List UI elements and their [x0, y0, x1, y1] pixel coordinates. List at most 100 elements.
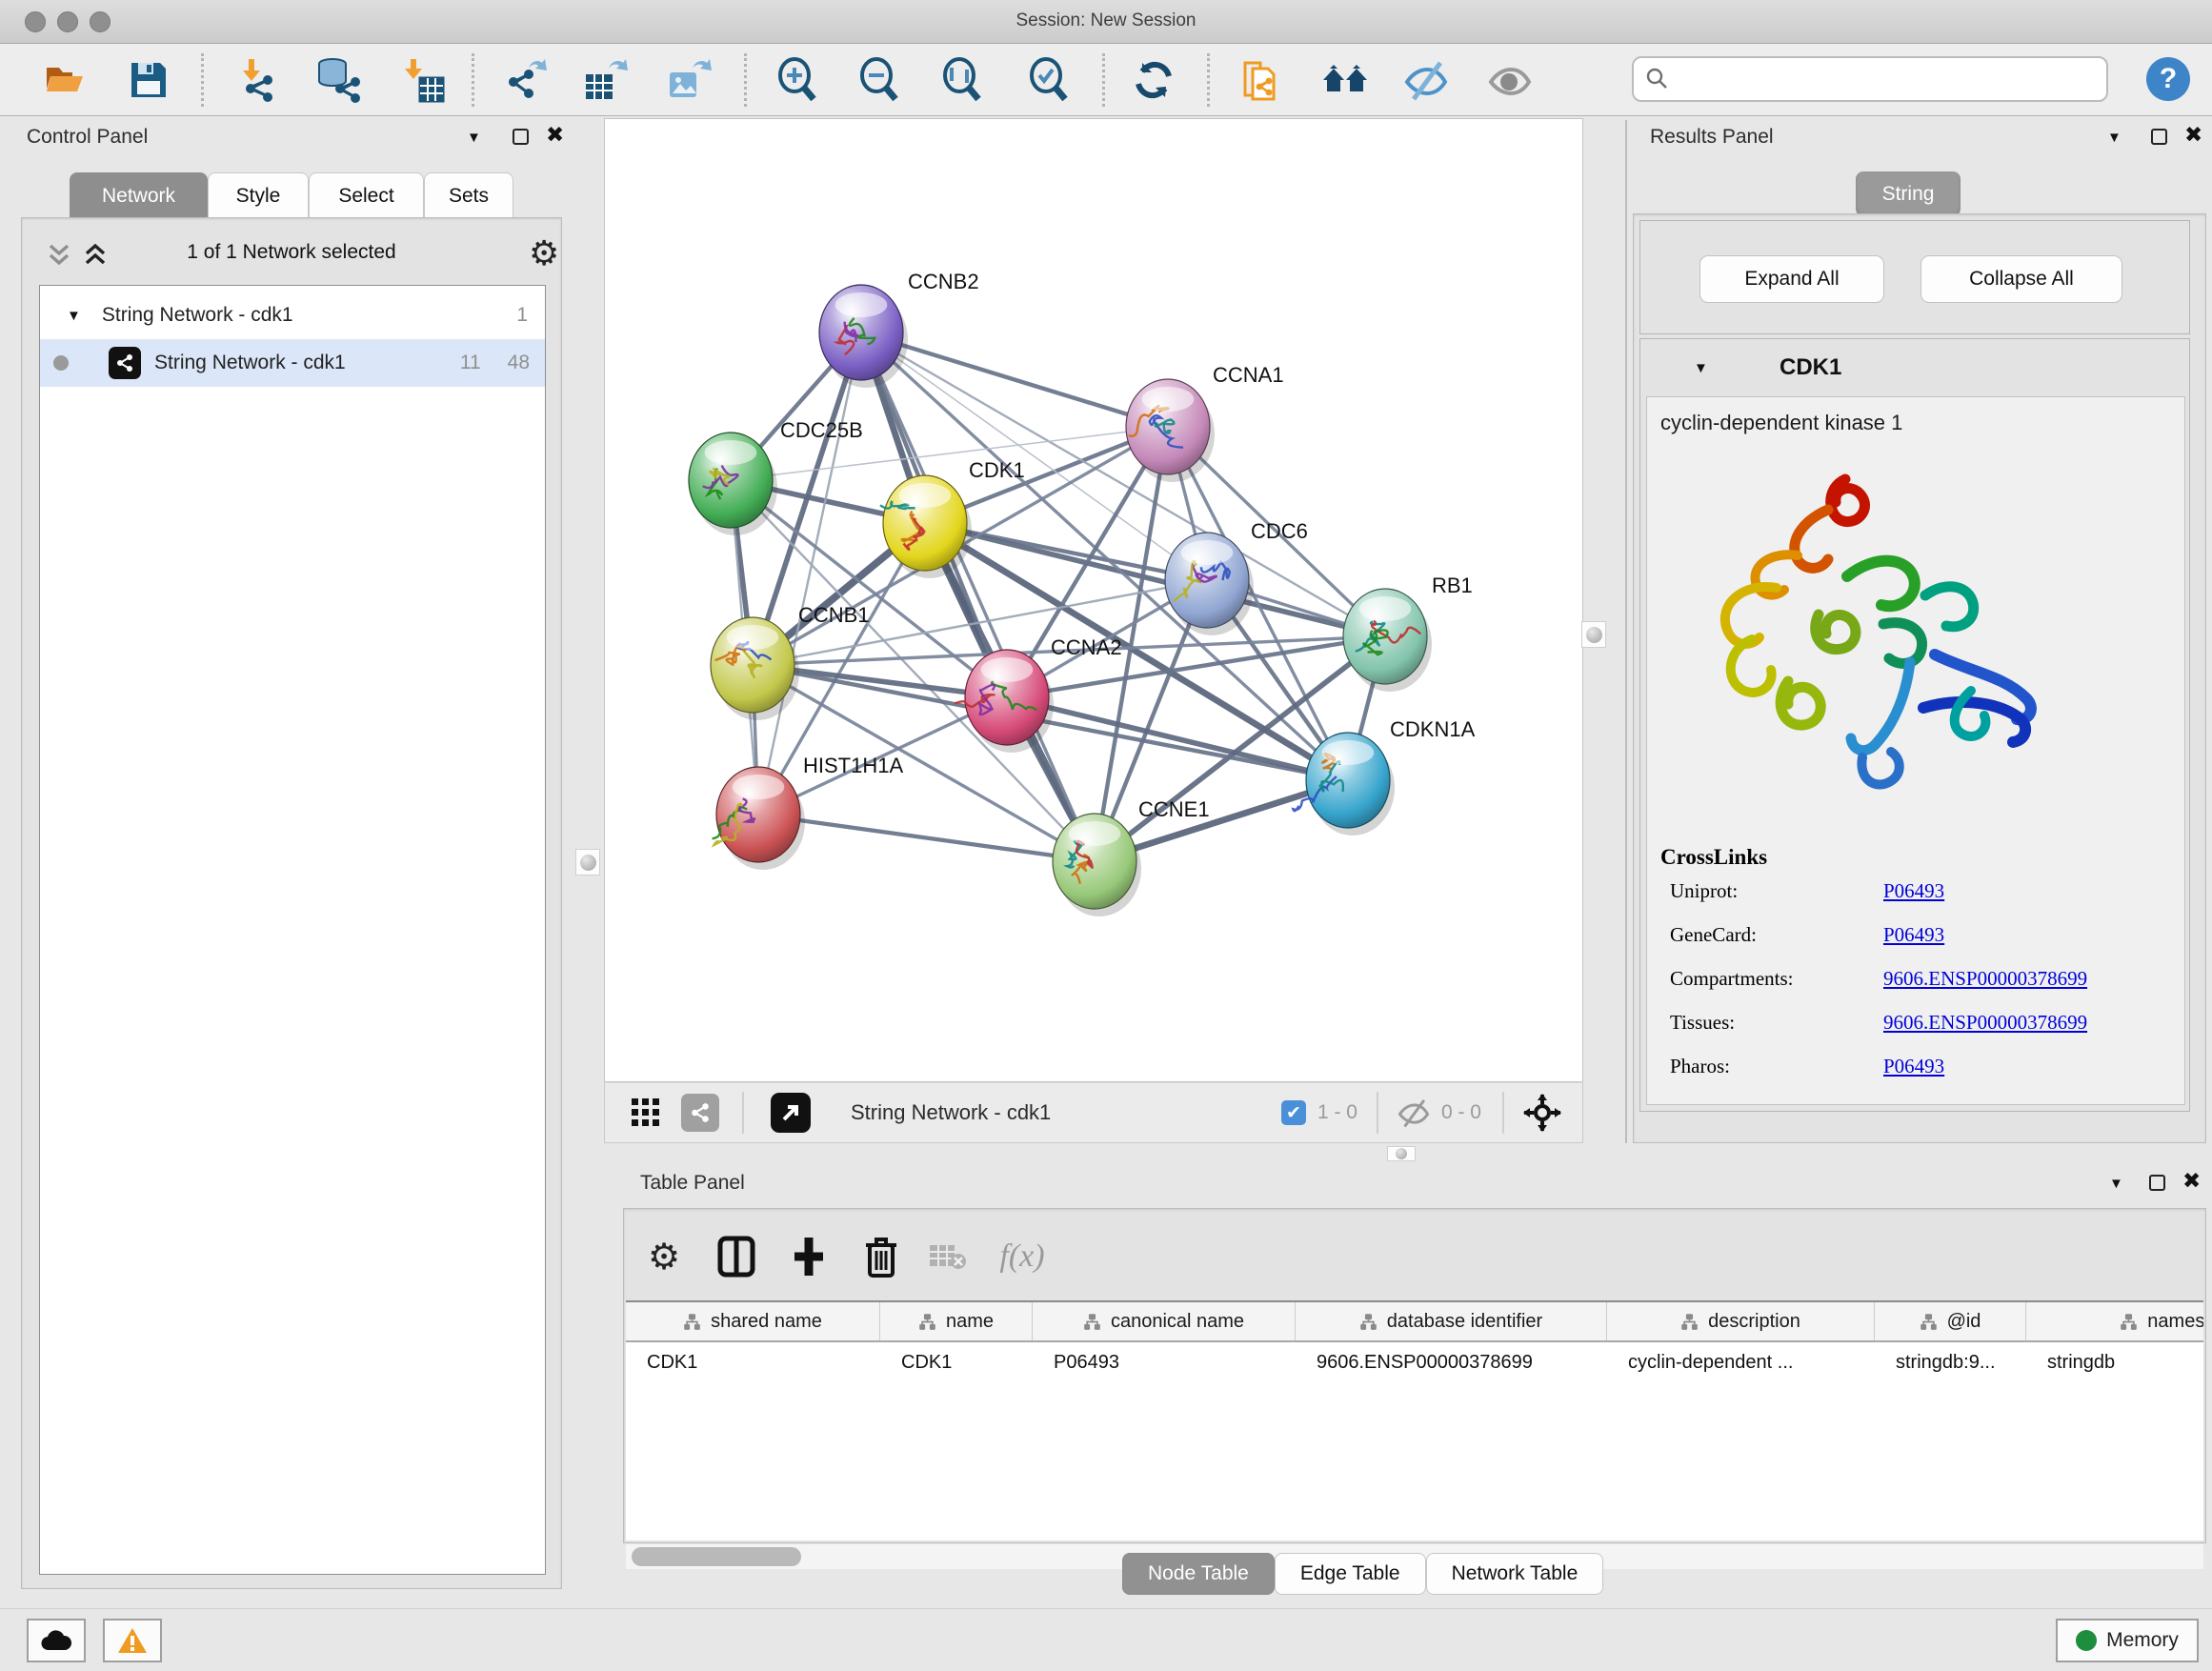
hide-results-eye-icon[interactable] — [1401, 55, 1451, 105]
table-cell[interactable]: CDK1 — [626, 1342, 880, 1382]
column-header-canonical-name[interactable]: canonical name — [1033, 1302, 1296, 1340]
detach-view-icon[interactable] — [771, 1093, 811, 1133]
node-label-CCNA2: CCNA2 — [1051, 635, 1122, 659]
control-panel-close-icon[interactable]: ✖ — [546, 122, 564, 148]
column-header-description[interactable]: description — [1607, 1302, 1875, 1340]
network-collection-row[interactable]: ▼ String Network - cdk1 1 — [40, 292, 545, 339]
grid-view-icon[interactable] — [632, 1098, 660, 1127]
network-canvas[interactable]: CCNB2CCNA1CDC25BCDK1CDC6RB1CCNB1CCNA2CDK… — [604, 118, 1583, 1082]
network-type-icon — [109, 347, 141, 379]
left-splitter-handle[interactable] — [575, 849, 600, 876]
control-panel-menu-icon[interactable]: ▼ — [467, 130, 481, 146]
tab-node-table[interactable]: Node Table — [1122, 1553, 1275, 1595]
toolbar-search[interactable] — [1632, 56, 2108, 102]
window-title: Session: New Session — [0, 10, 2212, 31]
collection-collapse-icon[interactable]: ▼ — [67, 308, 81, 324]
expand-all-button[interactable]: Expand All — [1699, 255, 1884, 303]
node-label-HIST1H1A: HIST1H1A — [803, 754, 903, 777]
table-hscrollbar-thumb[interactable] — [632, 1547, 801, 1566]
show-results-eye-icon[interactable] — [1485, 55, 1535, 105]
open-session-icon[interactable] — [40, 55, 90, 105]
crosslink-link[interactable]: P06493 — [1883, 879, 1944, 903]
node-table[interactable]: shared namenamecanonical namedatabase id… — [626, 1300, 2203, 1540]
function-builder-icon[interactable]: f(x) — [997, 1232, 1047, 1281]
refresh-icon[interactable] — [1129, 55, 1178, 105]
save-session-icon[interactable] — [124, 55, 173, 105]
results-panel-float-icon[interactable] — [2151, 129, 2167, 145]
memory-button[interactable]: Memory — [2056, 1619, 2199, 1662]
table-cell[interactable]: P06493 — [1033, 1342, 1296, 1382]
export-network-icon[interactable] — [500, 55, 550, 105]
table-cell[interactable]: stringdb — [2026, 1342, 2203, 1382]
zoom-fit-icon[interactable] — [938, 55, 988, 105]
crosslink-link[interactable]: 9606.ENSP00000378699 — [1883, 967, 2087, 991]
column-header-namespace[interactable]: namespace — [2026, 1302, 2203, 1340]
column-header-shared-name[interactable]: shared name — [626, 1302, 880, 1340]
import-network-file-icon[interactable] — [233, 55, 283, 105]
zoom-out-icon[interactable] — [855, 55, 905, 105]
fit-content-crosshair-icon[interactable] — [1523, 1094, 1561, 1132]
results-panel-close-icon[interactable]: ✖ — [2184, 122, 2202, 148]
zoom-selected-icon[interactable] — [1025, 55, 1075, 105]
crosslink-link[interactable]: P06493 — [1883, 923, 1944, 947]
collection-count: 1 — [516, 304, 528, 327]
table-cell[interactable]: 9606.ENSP00000378699 — [1296, 1342, 1607, 1382]
tab-style[interactable]: Style — [208, 172, 309, 218]
gene-description: cyclin-dependent kinase 1 — [1660, 411, 1902, 435]
results-panel-menu-icon[interactable]: ▼ — [2107, 130, 2122, 146]
gene-collapse-icon[interactable]: ▼ — [1694, 360, 1708, 376]
right-splitter-handle[interactable] — [1581, 621, 1606, 648]
delete-table-icon[interactable] — [923, 1232, 973, 1281]
add-column-icon[interactable] — [784, 1232, 834, 1281]
help-button[interactable]: ? — [2146, 57, 2190, 101]
delete-column-trash-icon[interactable] — [856, 1232, 906, 1281]
column-header--id[interactable]: @id — [1875, 1302, 2026, 1340]
share-network-document-icon[interactable] — [1234, 55, 1283, 105]
string-home-icon[interactable] — [1320, 55, 1370, 105]
show-columns-icon[interactable] — [712, 1232, 761, 1281]
table-panel-close-icon[interactable]: ✖ — [2182, 1168, 2201, 1194]
tab-network-table[interactable]: Network Table — [1426, 1553, 1604, 1595]
table-options-gear-icon[interactable]: ⚙ — [639, 1232, 689, 1281]
import-table-file-icon[interactable] — [397, 55, 447, 105]
tab-edge-table[interactable]: Edge Table — [1275, 1553, 1426, 1595]
node-label-CCNB2: CCNB2 — [908, 270, 979, 293]
network-row[interactable]: String Network - cdk1 11 48 — [40, 339, 545, 387]
network-share-icon[interactable] — [681, 1094, 719, 1132]
table-panel: Table Panel ▼ ✖ ⚙ f(x) shared namenameca… — [617, 1164, 2212, 1606]
tab-network[interactable]: Network — [70, 172, 208, 218]
warning-status-button[interactable] — [103, 1619, 162, 1662]
column-header-database-identifier[interactable]: database identifier — [1296, 1302, 1607, 1340]
table-cell[interactable]: cyclin-dependent ... — [1607, 1342, 1875, 1382]
search-input[interactable] — [1670, 69, 2080, 91]
cloud-icon — [40, 1629, 72, 1652]
network-options-gear-icon[interactable]: ⚙ — [529, 233, 559, 273]
toolbar-separator — [744, 53, 747, 107]
table-cell[interactable]: CDK1 — [880, 1342, 1033, 1382]
export-image-icon[interactable] — [664, 55, 714, 105]
node-label-CDC6: CDC6 — [1251, 519, 1308, 543]
tab-select[interactable]: Select — [309, 172, 424, 218]
crosslink-label: Compartments: — [1670, 967, 1794, 991]
selected-nodes-checkbox-icon[interactable]: ✔ — [1281, 1100, 1306, 1125]
crosslink-link[interactable]: P06493 — [1883, 1055, 1944, 1078]
cloud-status-button[interactable] — [27, 1619, 86, 1662]
collapse-all-button[interactable]: Collapse All — [1920, 255, 2122, 303]
control-panel-float-icon[interactable] — [513, 129, 529, 145]
column-header-name[interactable]: name — [880, 1302, 1033, 1340]
string-network-graph[interactable]: CCNB2CCNA1CDC25BCDK1CDC6RB1CCNB1CCNA2CDK… — [605, 119, 1582, 1081]
node-label-CCNE1: CCNE1 — [1138, 797, 1210, 821]
horizontal-splitter-handle[interactable] — [1387, 1146, 1416, 1161]
import-network-database-icon[interactable] — [312, 55, 362, 105]
table-panel-menu-icon[interactable]: ▼ — [2109, 1176, 2123, 1192]
zoom-in-icon[interactable] — [774, 55, 823, 105]
tab-string[interactable]: String — [1856, 171, 1961, 216]
table-panel-float-icon[interactable] — [2149, 1175, 2165, 1191]
table-cell[interactable]: stringdb:9... — [1875, 1342, 2026, 1382]
table-row[interactable]: CDK1CDK1P064939606.ENSP00000378699cyclin… — [626, 1342, 2203, 1382]
crosslink-link[interactable]: 9606.ENSP00000378699 — [1883, 1011, 2087, 1035]
tab-sets[interactable]: Sets — [424, 172, 513, 218]
export-table-icon[interactable] — [580, 55, 630, 105]
hidden-items-eye-icon[interactable] — [1396, 1097, 1432, 1128]
results-panel-title: Results Panel — [1650, 126, 1774, 149]
